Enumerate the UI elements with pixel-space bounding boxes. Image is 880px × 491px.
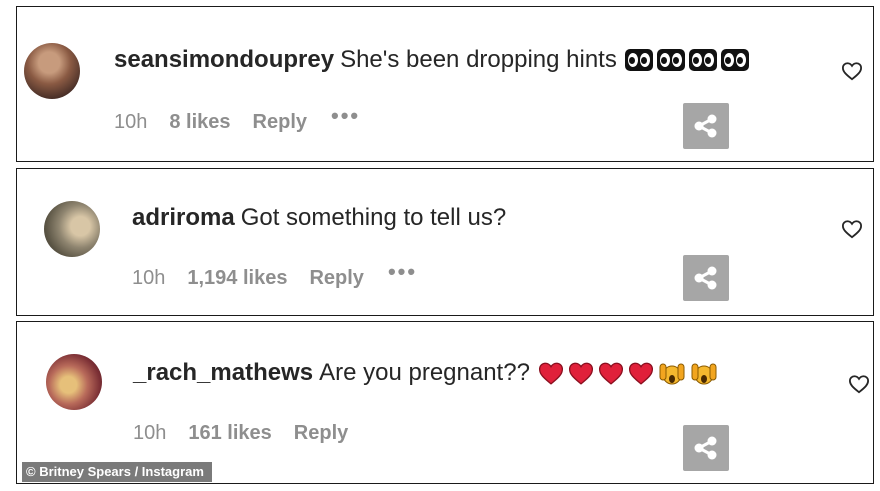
- comment-username[interactable]: adriroma: [132, 203, 235, 233]
- comment-card: seansimondouprey She's been dropping hin…: [16, 6, 874, 162]
- comment-body: Are you pregnant??: [319, 359, 530, 386]
- comment-likes[interactable]: 161 likes: [188, 422, 271, 445]
- red-heart-emoji: [568, 362, 593, 385]
- comment-body: She's been dropping hints: [340, 46, 617, 73]
- heart-outline-icon[interactable]: [848, 374, 870, 394]
- screaming-hands-emoji: [691, 363, 717, 385]
- comment-emojis: [624, 49, 749, 71]
- comment-text-line: _rach_mathews Are you pregnant??: [133, 358, 718, 388]
- avatar[interactable]: [44, 201, 100, 257]
- comment-time: 10h: [132, 266, 166, 289]
- comment-time: 10h: [133, 422, 167, 444]
- eyes-emoji: [624, 49, 653, 71]
- photo-credit-caption: © Britney Spears / Instagram: [22, 462, 212, 482]
- reply-button[interactable]: Reply: [253, 111, 307, 134]
- share-button[interactable]: [683, 425, 729, 471]
- comment-text-line: adriroma Got something to tell us?: [132, 203, 506, 233]
- comment-time: 10h: [114, 110, 148, 133]
- red-heart-emoji: [628, 362, 653, 385]
- avatar[interactable]: [24, 43, 80, 99]
- comment-username[interactable]: _rach_mathews: [133, 358, 313, 388]
- comment-meta: 10h 1,194 likes Reply •••: [132, 259, 417, 291]
- more-options-icon[interactable]: •••: [331, 103, 360, 129]
- share-button[interactable]: [683, 103, 729, 149]
- red-heart-emoji: [538, 362, 563, 385]
- share-icon: [694, 266, 717, 290]
- comment-username[interactable]: seansimondouprey: [114, 45, 334, 75]
- eyes-emoji: [688, 49, 717, 71]
- comment-likes[interactable]: 1,194 likes: [187, 267, 287, 290]
- comment-meta: 10h 161 likes Reply: [133, 422, 372, 445]
- share-icon: [694, 114, 717, 138]
- eyes-emoji: [720, 49, 749, 71]
- comment-likes[interactable]: 8 likes: [169, 111, 230, 134]
- comment-meta: 10h 8 likes Reply •••: [114, 103, 360, 135]
- comment-text-line: seansimondouprey She's been dropping hin…: [114, 45, 749, 75]
- comment-card: _rach_mathews Are you pregnant?? 10h 161…: [16, 321, 874, 484]
- red-heart-emoji: [598, 362, 623, 385]
- reply-button[interactable]: Reply: [294, 422, 348, 445]
- reply-button[interactable]: Reply: [309, 267, 363, 290]
- share-icon: [694, 436, 717, 460]
- share-button[interactable]: [683, 255, 729, 301]
- comment-emojis: [538, 360, 718, 386]
- screaming-hands-emoji: [659, 363, 685, 385]
- avatar[interactable]: [46, 354, 102, 410]
- eyes-emoji: [656, 49, 685, 71]
- comment-body: Got something to tell us?: [240, 204, 507, 231]
- more-options-icon[interactable]: •••: [388, 259, 417, 285]
- heart-outline-icon[interactable]: [841, 61, 863, 81]
- heart-outline-icon[interactable]: [841, 219, 863, 239]
- comment-card: adriroma Got something to tell us? 10h 1…: [16, 168, 874, 316]
